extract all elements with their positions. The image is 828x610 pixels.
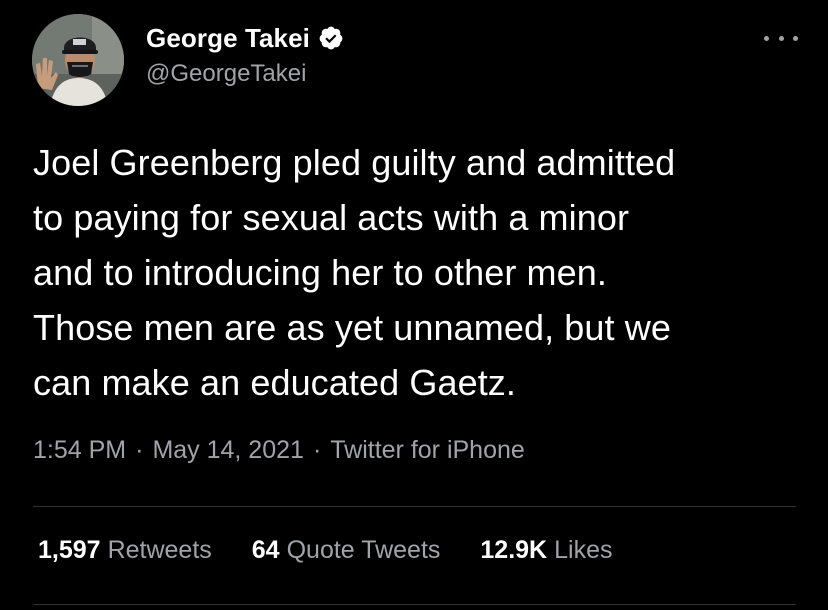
tweet-metadata: 1:54 PM · May 14, 2021 · Twitter for iPh… xyxy=(33,436,525,465)
tweet-date[interactable]: May 14, 2021 xyxy=(152,436,304,465)
avatar[interactable] xyxy=(32,14,124,106)
tweet-text: Joel Greenberg pled guilty and admitted … xyxy=(33,142,676,403)
more-dot xyxy=(764,35,769,41)
tweet-time[interactable]: 1:54 PM xyxy=(33,436,126,465)
avatar-photo xyxy=(32,14,124,106)
tweet-source[interactable]: Twitter for iPhone xyxy=(330,436,525,465)
quote-tweets-label: Quote Tweets xyxy=(286,536,441,564)
retweets-count: 1,597 xyxy=(38,536,101,564)
verified-badge-icon xyxy=(319,26,343,50)
quote-tweets-stat[interactable]: 64 Quote Tweets xyxy=(252,536,441,565)
author-handle[interactable]: @GeorgeTakei xyxy=(146,60,306,88)
retweets-stat[interactable]: 1,597 Retweets xyxy=(38,536,212,565)
likes-stat[interactable]: 12.9K Likes xyxy=(480,536,612,565)
more-horizontal-icon[interactable] xyxy=(764,28,798,48)
retweets-label: Retweets xyxy=(107,536,212,564)
author-name-row: George Takei xyxy=(146,20,344,56)
likes-count: 12.9K xyxy=(480,536,548,564)
more-dot xyxy=(778,35,784,41)
more-dot xyxy=(793,35,798,41)
tweet-detail: George Takei @GeorgeTakei Joel Greenberg… xyxy=(0,0,828,610)
author-display-name[interactable]: George Takei xyxy=(146,23,310,54)
meta-separator: · xyxy=(312,436,322,464)
quote-tweets-count: 64 xyxy=(251,536,280,564)
likes-label: Likes xyxy=(554,536,613,564)
divider xyxy=(33,604,796,605)
meta-separator: · xyxy=(135,436,144,464)
engagement-stats: 1,597 Retweets 64 Quote Tweets 12.9K Lik… xyxy=(38,536,612,565)
divider xyxy=(33,506,796,507)
